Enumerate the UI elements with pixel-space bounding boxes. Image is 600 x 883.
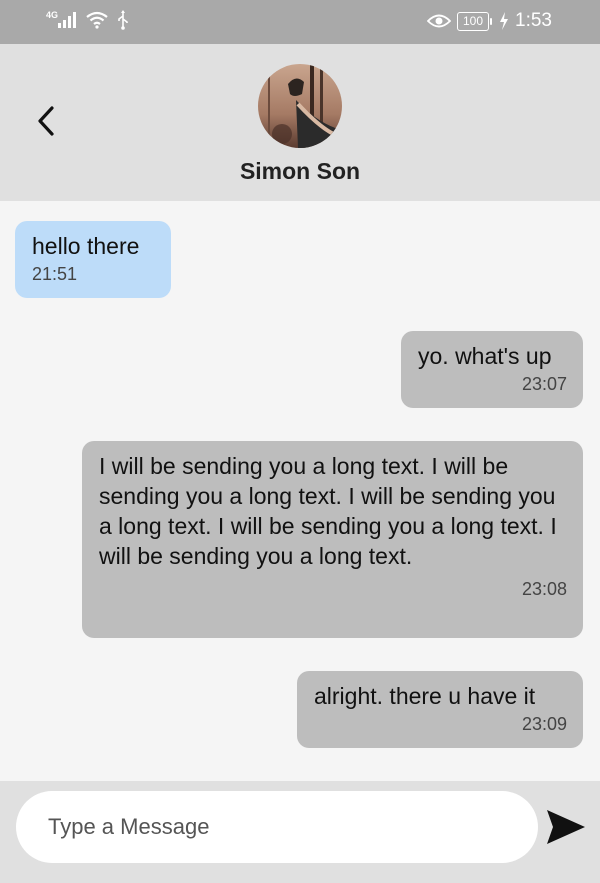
clock: 1:53 (515, 10, 552, 31)
eye-icon (427, 14, 452, 28)
message-input[interactable] (16, 791, 538, 863)
status-bar: 4G 100 1:53 (0, 0, 600, 44)
message-time: 23:09 (521, 714, 567, 734)
message-text: yo. what's up (418, 343, 552, 369)
message-text: alright. there u have it (314, 683, 536, 709)
battery-indicator: 100 (457, 11, 493, 31)
usb-icon (118, 10, 128, 30)
message-list[interactable]: hello there 21:51 yo. what's up 23:07 I … (0, 201, 600, 781)
signal-icon (58, 12, 77, 28)
message-bubble-outgoing[interactable]: alright. there u have it 23:09 (297, 671, 583, 748)
status-left-group: 4G (46, 10, 130, 30)
chevron-left-icon (38, 106, 54, 136)
avatar[interactable] (258, 64, 342, 148)
charging-icon (500, 12, 509, 30)
message-time: 23:08 (521, 579, 567, 599)
message-text: hello there (32, 233, 140, 259)
message-bubble-outgoing[interactable]: yo. what's up 23:07 (401, 331, 583, 408)
status-right-group: 100 1:53 (427, 10, 552, 32)
network-type: 4G (46, 10, 59, 20)
contact-name: Simon Son (239, 158, 361, 184)
message-text: I will be sending you a long text. I wil… (99, 453, 557, 569)
back-button[interactable] (24, 99, 68, 143)
wifi-icon (86, 11, 108, 29)
message-time: 23:07 (521, 374, 567, 394)
message-bubble-outgoing[interactable]: I will be sending you a long text. I wil… (82, 441, 583, 638)
chat-header: Simon Son (0, 44, 600, 201)
send-button[interactable] (545, 807, 587, 847)
avatar-photo (258, 64, 342, 148)
send-icon (547, 810, 585, 844)
message-time: 21:51 (32, 264, 78, 284)
composer-bar (0, 781, 600, 883)
message-bubble-incoming[interactable]: hello there 21:51 (15, 221, 171, 298)
